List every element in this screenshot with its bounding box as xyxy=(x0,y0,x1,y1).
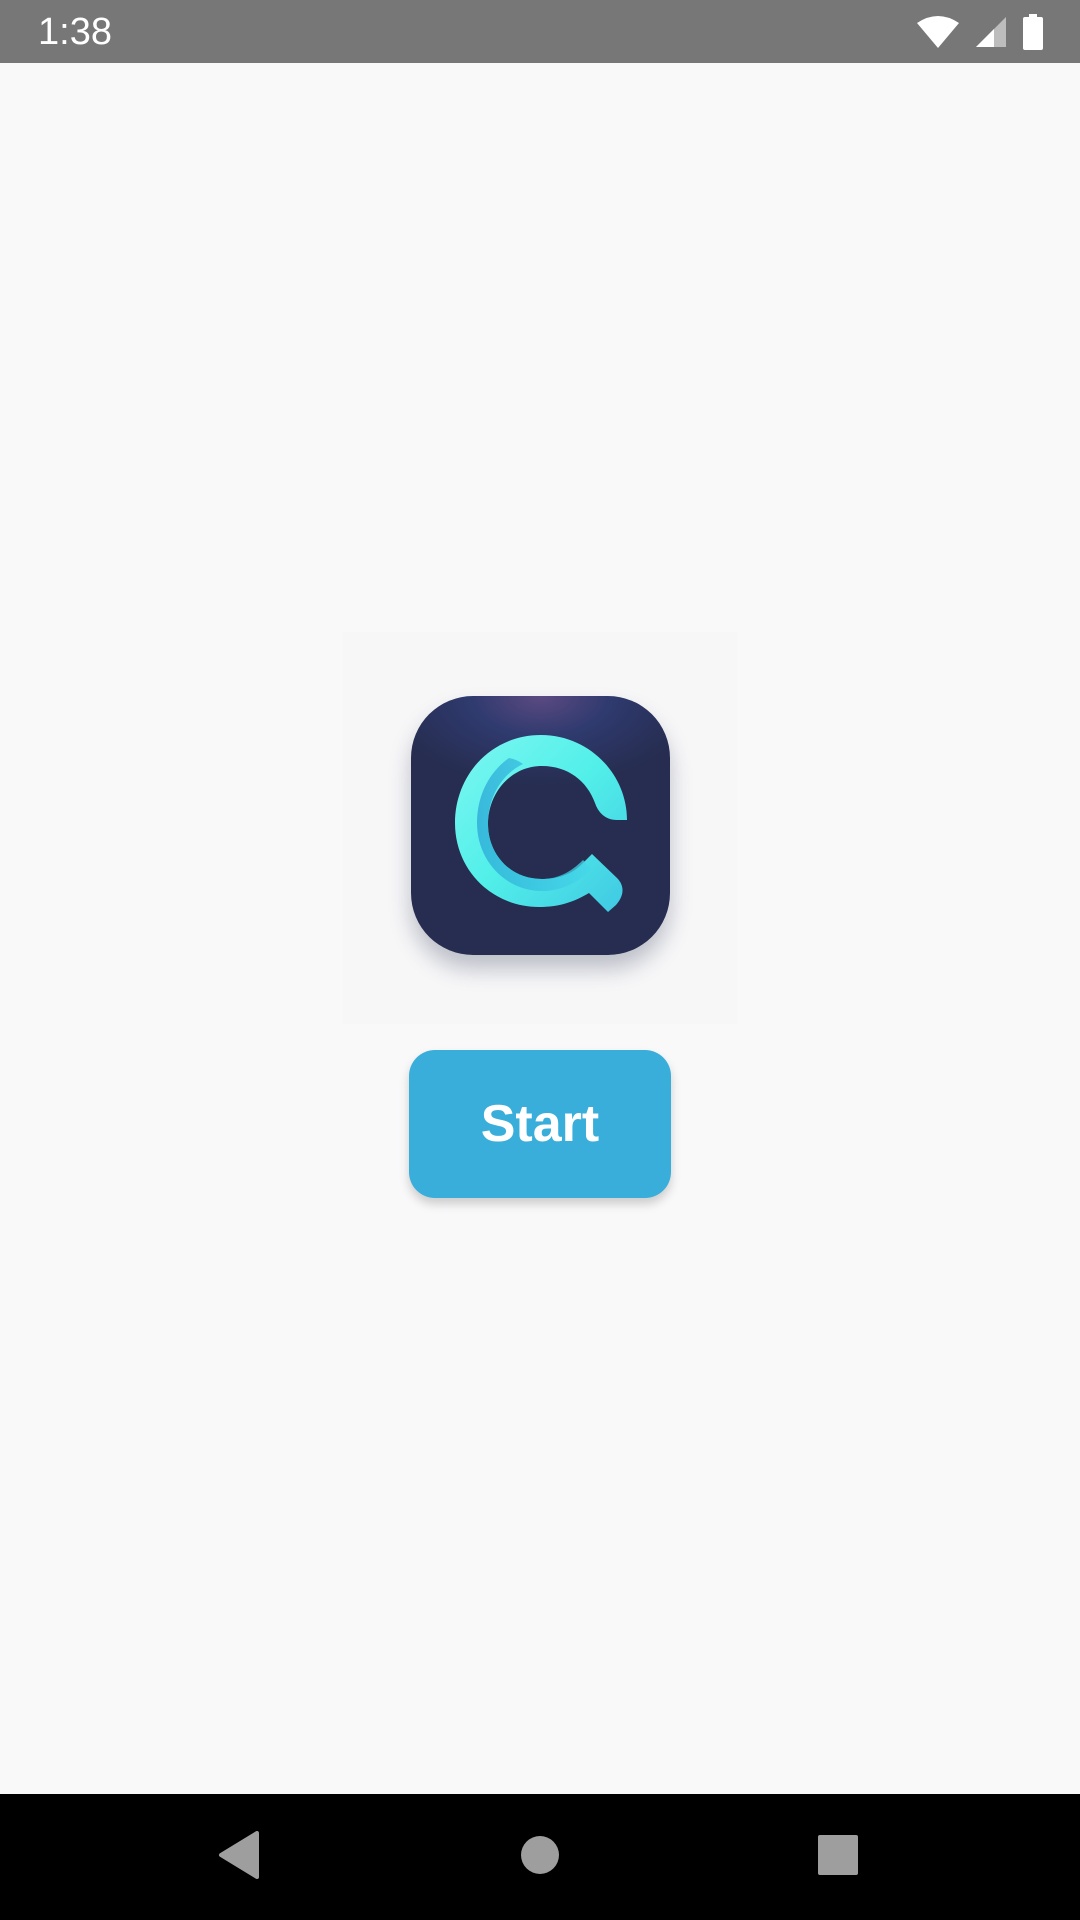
home-button[interactable] xyxy=(507,1824,573,1890)
battery-icon xyxy=(1022,14,1044,50)
screen: 1:38 Start xyxy=(0,0,1080,1920)
recents-icon xyxy=(818,1834,858,1880)
start-button[interactable]: Start xyxy=(409,1050,671,1198)
recents-button[interactable] xyxy=(805,1824,871,1890)
back-icon xyxy=(217,1830,261,1884)
back-button[interactable] xyxy=(206,1824,272,1890)
status-icons xyxy=(916,12,1044,52)
wifi-icon xyxy=(916,15,960,49)
cellular-signal-icon xyxy=(974,15,1008,49)
navigation-bar xyxy=(0,1794,1080,1920)
status-time: 1:38 xyxy=(38,11,112,53)
status-bar: 1:38 xyxy=(0,0,1080,63)
home-icon xyxy=(520,1835,560,1880)
app-logo-q-icon xyxy=(411,696,670,955)
